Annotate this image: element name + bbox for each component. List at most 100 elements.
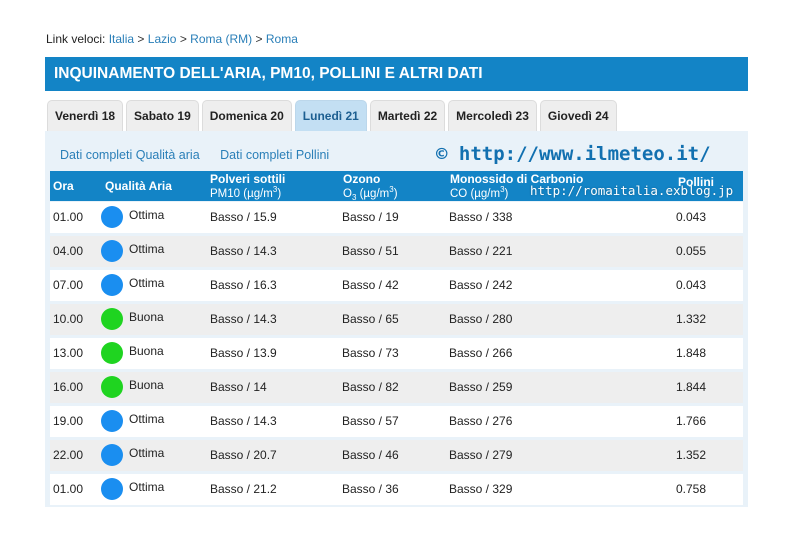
cell-pollen: 1.332 <box>676 312 707 326</box>
quality-dot-icon <box>101 206 123 228</box>
header-pm10-title: Polveri sottili <box>210 172 286 186</box>
cell-pollen: 0.043 <box>676 278 707 292</box>
watermark-secondary: http://romaitalia.exblog.jp <box>530 183 734 198</box>
tab-sabato-19[interactable]: Sabato 19 <box>126 100 199 131</box>
header-ozone-unit: O3 (µg/m3) <box>343 184 398 202</box>
quality-dot-icon <box>101 274 123 296</box>
cell-hour: 04.00 <box>53 244 84 258</box>
header-pm10: Polveri sottili PM10 (µg/m3) <box>210 171 285 201</box>
cell-hour: 13.00 <box>53 346 84 360</box>
watermark: © http://www.ilmeteo.it/ <box>436 143 711 165</box>
cell-hour: 07.00 <box>53 278 84 292</box>
tab-martedi-22[interactable]: Martedì 22 <box>369 100 446 131</box>
tab-giovedi-24[interactable]: Giovedì 24 <box>539 100 617 131</box>
quality-dot-icon <box>101 444 123 466</box>
quality-dot-icon <box>101 342 123 364</box>
cell-pm10: Basso / 14.3 <box>210 312 277 326</box>
breadcrumb-link-roma-rm[interactable]: Roma (RM) <box>190 32 252 46</box>
breadcrumb-separator: > <box>179 32 187 46</box>
cell-co: Basso / 280 <box>449 312 513 326</box>
cell-pm10: Basso / 15.9 <box>210 210 277 224</box>
header-hour: Ora <box>53 179 74 193</box>
cell-pm10: Basso / 14 <box>210 380 267 394</box>
cell-quality: Buona <box>129 378 164 392</box>
table-row: 01.00 Ottima Basso / 21.2 Basso / 36 Bas… <box>50 474 743 505</box>
table-row: 01.00 Ottima Basso / 15.9 Basso / 19 Bas… <box>50 202 743 233</box>
cell-quality: Ottima <box>129 208 165 222</box>
table-row: 22.00 Ottima Basso / 20.7 Basso / 46 Bas… <box>50 440 743 471</box>
cell-co: Basso / 259 <box>449 380 513 394</box>
cell-pm10: Basso / 14.3 <box>210 414 277 428</box>
cell-quality: Ottima <box>129 242 165 256</box>
cell-ozone: Basso / 73 <box>342 346 399 360</box>
cell-ozone: Basso / 82 <box>342 380 399 394</box>
day-tabs: Venerdì 18 Sabato 19 Domenica 20 Lunedì … <box>47 100 620 131</box>
page-title: INQUINAMENTO DELL'ARIA, PM10, POLLINI E … <box>45 57 748 91</box>
quality-dot-icon <box>101 308 123 330</box>
cell-hour: 16.00 <box>53 380 84 394</box>
cell-pollen: 0.055 <box>676 244 707 258</box>
header-ozone: Ozono O3 (µg/m3) <box>343 171 398 202</box>
air-quality-link[interactable]: Dati completi Qualità aria <box>60 148 200 162</box>
cell-ozone: Basso / 36 <box>342 482 399 496</box>
tab-domenica-20[interactable]: Domenica 20 <box>201 100 292 131</box>
quality-dot-icon <box>101 410 123 432</box>
cell-quality: Buona <box>129 310 164 324</box>
cell-pm10: Basso / 14.3 <box>210 244 277 258</box>
breadcrumb-label: Link veloci: <box>46 32 106 46</box>
cell-co: Basso / 329 <box>449 482 513 496</box>
cell-ozone: Basso / 51 <box>342 244 399 258</box>
cell-ozone: Basso / 46 <box>342 448 399 462</box>
cell-co: Basso / 338 <box>449 210 513 224</box>
table-row: 13.00 Buona Basso / 13.9 Basso / 73 Bass… <box>50 338 743 369</box>
cell-pollen: 1.766 <box>676 414 707 428</box>
tab-venerdi-18[interactable]: Venerdì 18 <box>47 100 124 131</box>
cell-hour: 01.00 <box>53 210 84 224</box>
pollen-link[interactable]: Dati completi Pollini <box>220 148 329 162</box>
table-row: 19.00 Ottima Basso / 14.3 Basso / 57 Bas… <box>50 406 743 437</box>
cell-co: Basso / 242 <box>449 278 513 292</box>
cell-hour: 10.00 <box>53 312 84 326</box>
cell-pm10: Basso / 13.9 <box>210 346 277 360</box>
cell-quality: Ottima <box>129 412 165 426</box>
cell-hour: 01.00 <box>53 482 84 496</box>
breadcrumb-separator: > <box>137 32 145 46</box>
cell-quality: Ottima <box>129 276 165 290</box>
quality-dot-icon <box>101 376 123 398</box>
cell-co: Basso / 279 <box>449 448 513 462</box>
breadcrumb-link-italia[interactable]: Italia <box>109 32 134 46</box>
cell-hour: 22.00 <box>53 448 84 462</box>
cell-co: Basso / 221 <box>449 244 513 258</box>
cell-co: Basso / 276 <box>449 414 513 428</box>
breadcrumb-link-lazio[interactable]: Lazio <box>148 32 177 46</box>
tab-mercoledi-23[interactable]: Mercoledì 23 <box>448 100 537 131</box>
header-pm10-unit: PM10 (µg/m3) <box>210 184 282 200</box>
data-links: Dati completi Qualità aria Dati completi… <box>60 148 346 162</box>
cell-pollen: 1.352 <box>676 448 707 462</box>
cell-pollen: 1.844 <box>676 380 707 394</box>
breadcrumb-link-roma[interactable]: Roma <box>266 32 298 46</box>
header-ozone-title: Ozono <box>343 172 381 186</box>
cell-pollen: 0.043 <box>676 210 707 224</box>
tab-lunedi-21[interactable]: Lunedì 21 <box>294 100 367 131</box>
quality-dot-icon <box>101 478 123 500</box>
cell-pollen: 0.758 <box>676 482 707 496</box>
cell-ozone: Basso / 57 <box>342 414 399 428</box>
table-row: 16.00 Buona Basso / 14 Basso / 82 Basso … <box>50 372 743 403</box>
breadcrumb-separator: > <box>255 32 263 46</box>
cell-quality: Ottima <box>129 446 165 460</box>
table-row: 04.00 Ottima Basso / 14.3 Basso / 51 Bas… <box>50 236 743 267</box>
data-panel: Dati completi Qualità aria Dati completi… <box>45 131 748 507</box>
cell-ozone: Basso / 65 <box>342 312 399 326</box>
quality-dot-icon <box>101 240 123 262</box>
breadcrumb: Link veloci: Italia > Lazio > Roma (RM) … <box>46 32 298 46</box>
table-row: 07.00 Ottima Basso / 16.3 Basso / 42 Bas… <box>50 270 743 301</box>
header-quality: Qualità Aria <box>105 179 172 193</box>
table-row: 10.00 Buona Basso / 14.3 Basso / 65 Bass… <box>50 304 743 335</box>
cell-ozone: Basso / 19 <box>342 210 399 224</box>
cell-pm10: Basso / 20.7 <box>210 448 277 462</box>
cell-co: Basso / 266 <box>449 346 513 360</box>
cell-pm10: Basso / 21.2 <box>210 482 277 496</box>
cell-pollen: 1.848 <box>676 346 707 360</box>
cell-quality: Buona <box>129 344 164 358</box>
